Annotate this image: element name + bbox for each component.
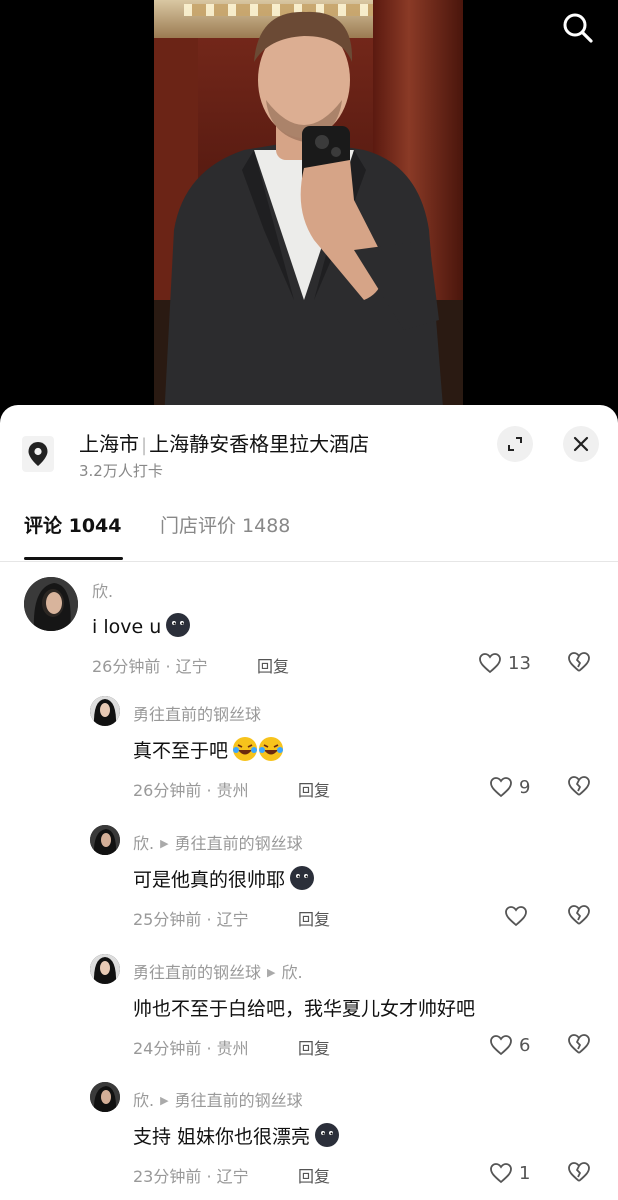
avatar[interactable] [90,1082,120,1112]
reply-item: 欣. ▶ 勇往直前的钢丝球 支持 姐妹你也很漂亮 23分钟前 · 辽宁 回复 1 [0,1079,618,1194]
reply-item: 勇往直前的钢丝球 ▶ 欣. 帅也不至于白给吧，我华夏儿女才帅好吧 24分钟前 · 贵… [0,951,618,1066]
like-count: 13 [508,652,531,674]
reply-arrow-icon: ▶ [160,1094,169,1107]
comment-text: i love u [92,612,191,638]
man-in-suit-selfie [164,11,444,420]
like-button[interactable] [504,903,534,929]
comment-time-location: 24分钟前 · 贵州 [133,1039,249,1058]
dislike-button[interactable] [566,1160,592,1186]
checkin-count: 3.2万人打卡 [79,462,163,480]
broken-heart-icon [568,776,590,796]
like-count: 9 [519,776,531,798]
heart-icon [479,653,501,674]
reply-button[interactable]: 回复 [298,1035,330,1059]
comment-text-content: 可是他真的很帅耶 [133,869,286,891]
city-name: 上海市 [79,432,139,456]
like-count: 1 [519,1162,531,1184]
expand-icon [508,437,522,451]
reply-button[interactable]: 回复 [298,906,330,930]
like-button[interactable]: 1 [489,1160,530,1186]
active-tab-indicator [24,557,123,560]
dark-face-emoji-icon [166,613,191,637]
place-name: 上海静安香格里拉大酒店 [149,432,370,456]
reply-item: 欣. ▶ 勇往直前的钢丝球 可是他真的很帅耶 25分钟前 · 辽宁 回复 [0,822,618,937]
comment-item: 欣. i love u 26分钟前 · 辽宁 回复 13 [0,570,618,680]
expand-button[interactable] [497,426,533,462]
reply-item: 勇往直前的钢丝球 真不至于吧 26分钟前 · 贵州 回复 9 [0,693,618,808]
tab-bar: 评论 1044 门店评价 1488 [0,495,618,562]
heart-icon [490,1163,512,1184]
location-pin-icon [22,436,54,472]
laughing-emoji-icon [259,737,284,761]
reply-arrow-icon: ▶ [267,966,276,979]
avatar[interactable] [24,577,78,631]
dislike-button[interactable] [566,650,592,676]
comment-text: 真不至于吧 [133,736,284,763]
comment-username: 欣. ▶ 勇往直前的钢丝球 [133,830,303,854]
comment-time-location: 23分钟前 · 辽宁 [133,1167,249,1186]
comment-time-location: 26分钟前 · 辽宁 [92,657,208,676]
avatar[interactable] [90,825,120,855]
comment-time-location: 26分钟前 · 贵州 [133,781,249,800]
comment-text: 帅也不至于白给吧，我华夏儿女才帅好吧 [133,998,476,1020]
reply-author[interactable]: 欣. [133,1091,154,1110]
comment-time-location: 25分钟前 · 辽宁 [133,910,249,929]
title-separator: | [141,435,148,456]
broken-heart-icon [568,905,590,925]
laughing-emoji-icon [233,737,258,761]
comment-username: 欣. ▶ 勇往直前的钢丝球 [133,1087,303,1111]
heart-icon [505,906,527,927]
broken-heart-icon [568,652,590,672]
reply-button[interactable]: 回复 [257,653,289,677]
reply-button[interactable]: 回复 [298,777,330,801]
avatar[interactable] [90,696,120,726]
dislike-button[interactable] [566,1032,592,1058]
like-button[interactable]: 9 [489,774,530,800]
broken-heart-icon [568,1162,590,1182]
like-count: 6 [519,1034,531,1056]
comment-text-content: 真不至于吧 [133,740,229,762]
heart-icon [490,1035,512,1056]
close-button[interactable] [563,426,599,462]
comment-sheet: 上海市 | 上海静安香格里拉大酒店 3.2万人打卡 评论 1044 门店评价 148… [0,405,618,1200]
reply-target[interactable]: 勇往直前的钢丝球 [175,1091,303,1110]
video-frame [154,0,463,420]
like-button[interactable]: 13 [478,650,531,676]
heart-icon [490,777,512,798]
video-player[interactable] [0,0,618,420]
comment-username: 勇往直前的钢丝球 ▶ 欣. [133,959,303,983]
location-title: 上海市 | 上海静安香格里拉大酒店 [79,428,369,457]
dark-face-emoji-icon [315,1123,340,1147]
comment-text: 可是他真的很帅耶 [133,865,315,892]
reply-target[interactable]: 勇往直前的钢丝球 [175,834,303,853]
search-button[interactable] [560,10,596,46]
dislike-button[interactable] [566,903,592,929]
tab-store-reviews[interactable]: 门店评价 1488 [160,511,290,538]
comment-username[interactable]: 勇往直前的钢丝球 [133,701,261,725]
reply-arrow-icon: ▶ [160,837,169,850]
like-button[interactable]: 6 [489,1032,530,1058]
reply-button[interactable]: 回复 [298,1163,330,1187]
avatar[interactable] [90,954,120,984]
tab-comments[interactable]: 评论 1044 [24,511,122,538]
reply-target[interactable]: 欣. [281,963,302,982]
dislike-button[interactable] [566,774,592,800]
comment-text: 支持 姐妹你也很漂亮 [133,1122,340,1149]
comment-username[interactable]: 欣. [92,578,113,602]
dark-face-emoji-icon [290,866,315,890]
comment-text-content: i love u [92,616,162,638]
search-icon [563,13,593,43]
location-header[interactable]: 上海市 | 上海静安香格里拉大酒店 3.2万人打卡 [0,405,618,495]
comment-text-content: 支持 姐妹你也很漂亮 [133,1126,311,1148]
reply-author[interactable]: 欣. [133,834,154,853]
reply-author[interactable]: 勇往直前的钢丝球 [133,963,261,982]
broken-heart-icon [568,1034,590,1054]
close-icon [573,436,589,452]
